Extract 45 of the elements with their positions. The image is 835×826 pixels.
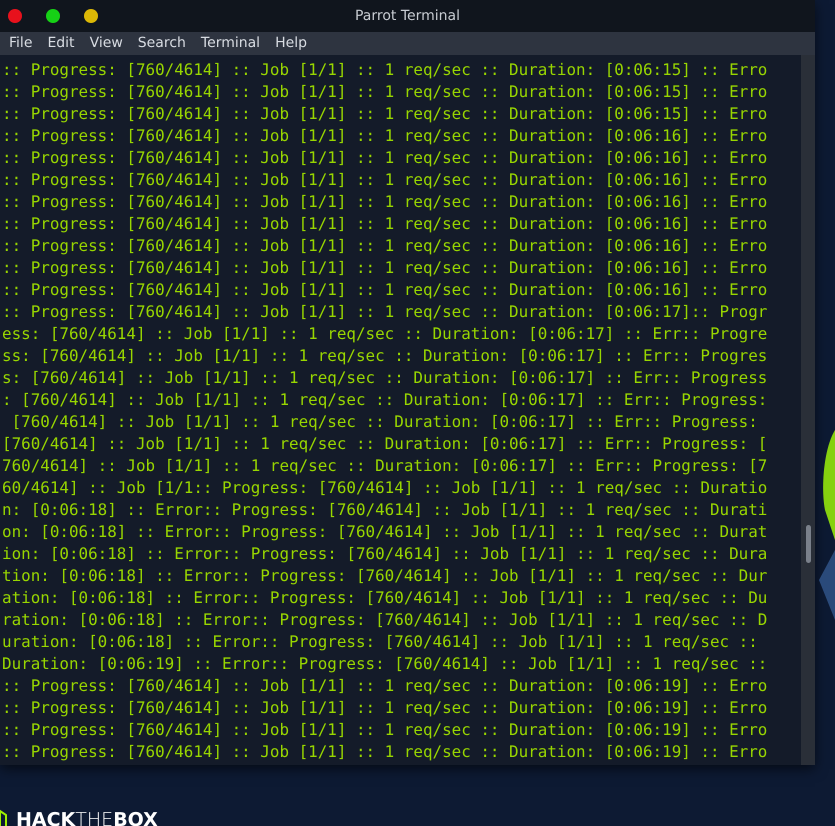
menu-item[interactable]: Search xyxy=(128,32,192,55)
terminal-line: :: Progress: [760/4614] :: Job [1/1] :: 1 req/sec :: Duration: [0:06:16] :: Erro xyxy=(1,125,768,147)
scrollbar[interactable] xyxy=(801,55,815,765)
window-title: Parrot Terminal xyxy=(354,6,460,26)
menu-item[interactable]: Help xyxy=(266,32,313,55)
maximize-button[interactable] xyxy=(46,9,60,23)
terminal-line: [760/4614] :: Job [1/1] :: 1 req/sec :: Duration: [0:06:17] :: Err:: Progress: xyxy=(10,411,759,433)
terminal-line: ation: [0:06:18] :: Error:: Progress: [760/4614] :: Job [1/1] :: 1 req/sec :: Du xyxy=(1,587,768,609)
terminal-line: ion: [0:06:18] :: Error:: Progress: [760/4614] :: Job [1/1] :: 1 req/sec :: Dura xyxy=(1,543,768,565)
terminal-line: :: Progress: [760/4614] :: Job [1/1] :: 1 req/sec :: Duration: [0:06:19] :: Erro xyxy=(1,741,768,763)
terminal-line: s: [760/4614] :: Job [1/1] :: 1 req/sec :: Duration: [0:06:17] :: Err:: Progress xyxy=(1,367,768,389)
terminal-line: Duration: [0:06:19] :: Error:: Progress: [760/4614] :: Job [1/1] :: 1 req/sec :: xyxy=(1,653,768,675)
terminal-line: :: Progress: [760/4614] :: Job [1/1] :: 1 req/sec :: Duration: [0:06:16] :: Erro xyxy=(1,213,768,235)
terminal-line: :: Progress: [760/4614] :: Job [1/1] :: 1 req/sec :: Duration: [0:06:16] :: Erro xyxy=(1,257,768,279)
terminal-line: : [760/4614] :: Job [1/1] :: 1 req/sec :: Duration: [0:06:17] :: Err:: Progress: xyxy=(1,389,768,411)
terminal-line: :: Progress: [760/4614] :: Job [1/1] :: 1 req/sec :: Duration: [0:06:16] :: Erro xyxy=(1,147,768,169)
terminal-line: uration: [0:06:18] :: Error:: Progress: [760/4614] :: Job [1/1] :: 1 req/sec :: xyxy=(1,631,759,653)
terminal-line: :: Progress: [760/4614] :: Job [1/1] :: 1 req/sec :: Duration: [0:06:17]:: Progr xyxy=(1,301,768,323)
menu-item[interactable]: Terminal xyxy=(192,32,266,55)
terminal-line: :: Progress: [760/4614] :: Job [1/1] :: 1 req/sec :: Duration: [0:06:19] :: Erro xyxy=(1,719,768,741)
menu-item[interactable]: Edit xyxy=(38,32,81,55)
terminal-line: :: Progress: [760/4614] :: Job [1/1] :: 1 req/sec :: Duration: [0:06:19] :: Erro xyxy=(1,697,768,719)
menu-item[interactable]: File xyxy=(0,32,38,55)
terminal-line: :: Progress: [760/4614] :: Job [1/1] :: 1 req/sec :: Duration: [0:06:16] :: Erro xyxy=(1,169,768,191)
terminal-line: ess: [760/4614] :: Job [1/1] :: 1 req/sec :: Duration: [0:06:17] :: Err:: Progre xyxy=(1,323,768,345)
terminal-line: 60/4614] :: Job [1/1:: Progress: [760/4614] :: Job [1/1] :: 1 req/sec :: Duratio xyxy=(1,477,768,499)
terminal-line: 760/4614] :: Job [1/1] :: 1 req/sec :: Duration: [0:06:17] :: Err:: Progress: [7 xyxy=(1,455,768,477)
logo-icon xyxy=(0,809,8,826)
menu-item[interactable]: View xyxy=(80,32,129,55)
terminal-line: :: Progress: [760/4614] :: Job [1/1] :: 1 req/sec :: Duration: [0:06:15] :: Erro xyxy=(1,59,768,81)
terminal-line: ss: [760/4614] :: Job [1/1] :: 1 req/sec :: Duration: [0:06:17] :: Err:: Progres xyxy=(1,345,768,367)
terminal-line: :: Progress: [760/4614] :: Job [1/1] :: 1 req/sec :: Duration: [0:06:16] :: Erro xyxy=(1,235,768,257)
terminal-line: :: Progress: [760/4614] :: Job [1/1] :: 1 req/sec :: Duration: [0:06:16] :: Erro xyxy=(1,191,768,213)
close-button[interactable] xyxy=(8,9,22,23)
logo-text: HACKTHEBOX xyxy=(16,809,158,826)
terminal-line: :: Progress: [760/4614] :: Job [1/1] :: 1 req/sec :: Duration: [0:06:15] :: Erro xyxy=(1,81,768,103)
terminal-line: n: [0:06:18] :: Error:: Progress: [760/4614] :: Job [1/1] :: 1 req/sec :: Durati xyxy=(1,499,768,521)
terminal-line: tion: [0:06:18] :: Error:: Progress: [760/4614] :: Job [1/1] :: 1 req/sec :: Dur xyxy=(1,565,768,587)
minimize-button[interactable] xyxy=(84,9,98,23)
terminal-line: [760/4614] :: Job [1/1] :: 1 req/sec :: Duration: [0:06:17] :: Err:: Progress: [ xyxy=(1,433,768,455)
terminal-line: ration: [0:06:18] :: Error:: Progress: [760/4614] :: Job [1/1] :: 1 req/sec :: D xyxy=(1,609,768,631)
terminal-line: on: [0:06:18] :: Error:: Progress: [760/4614] :: Job [1/1] :: 1 req/sec :: Durat xyxy=(1,521,768,543)
terminal-line: :: Progress: [760/4614] :: Job [1/1] :: 1 req/sec :: Duration: [0:06:16] :: Erro xyxy=(1,279,768,301)
terminal-line: :: Progress: [760/4614] :: Job [1/1] :: 1 req/sec :: Duration: [0:06:15] :: Erro xyxy=(1,103,768,125)
terminal-line: :: Progress: [760/4614] :: Job [1/1] :: 1 req/sec :: Duration: [0:06:19] :: Erro xyxy=(1,675,768,697)
